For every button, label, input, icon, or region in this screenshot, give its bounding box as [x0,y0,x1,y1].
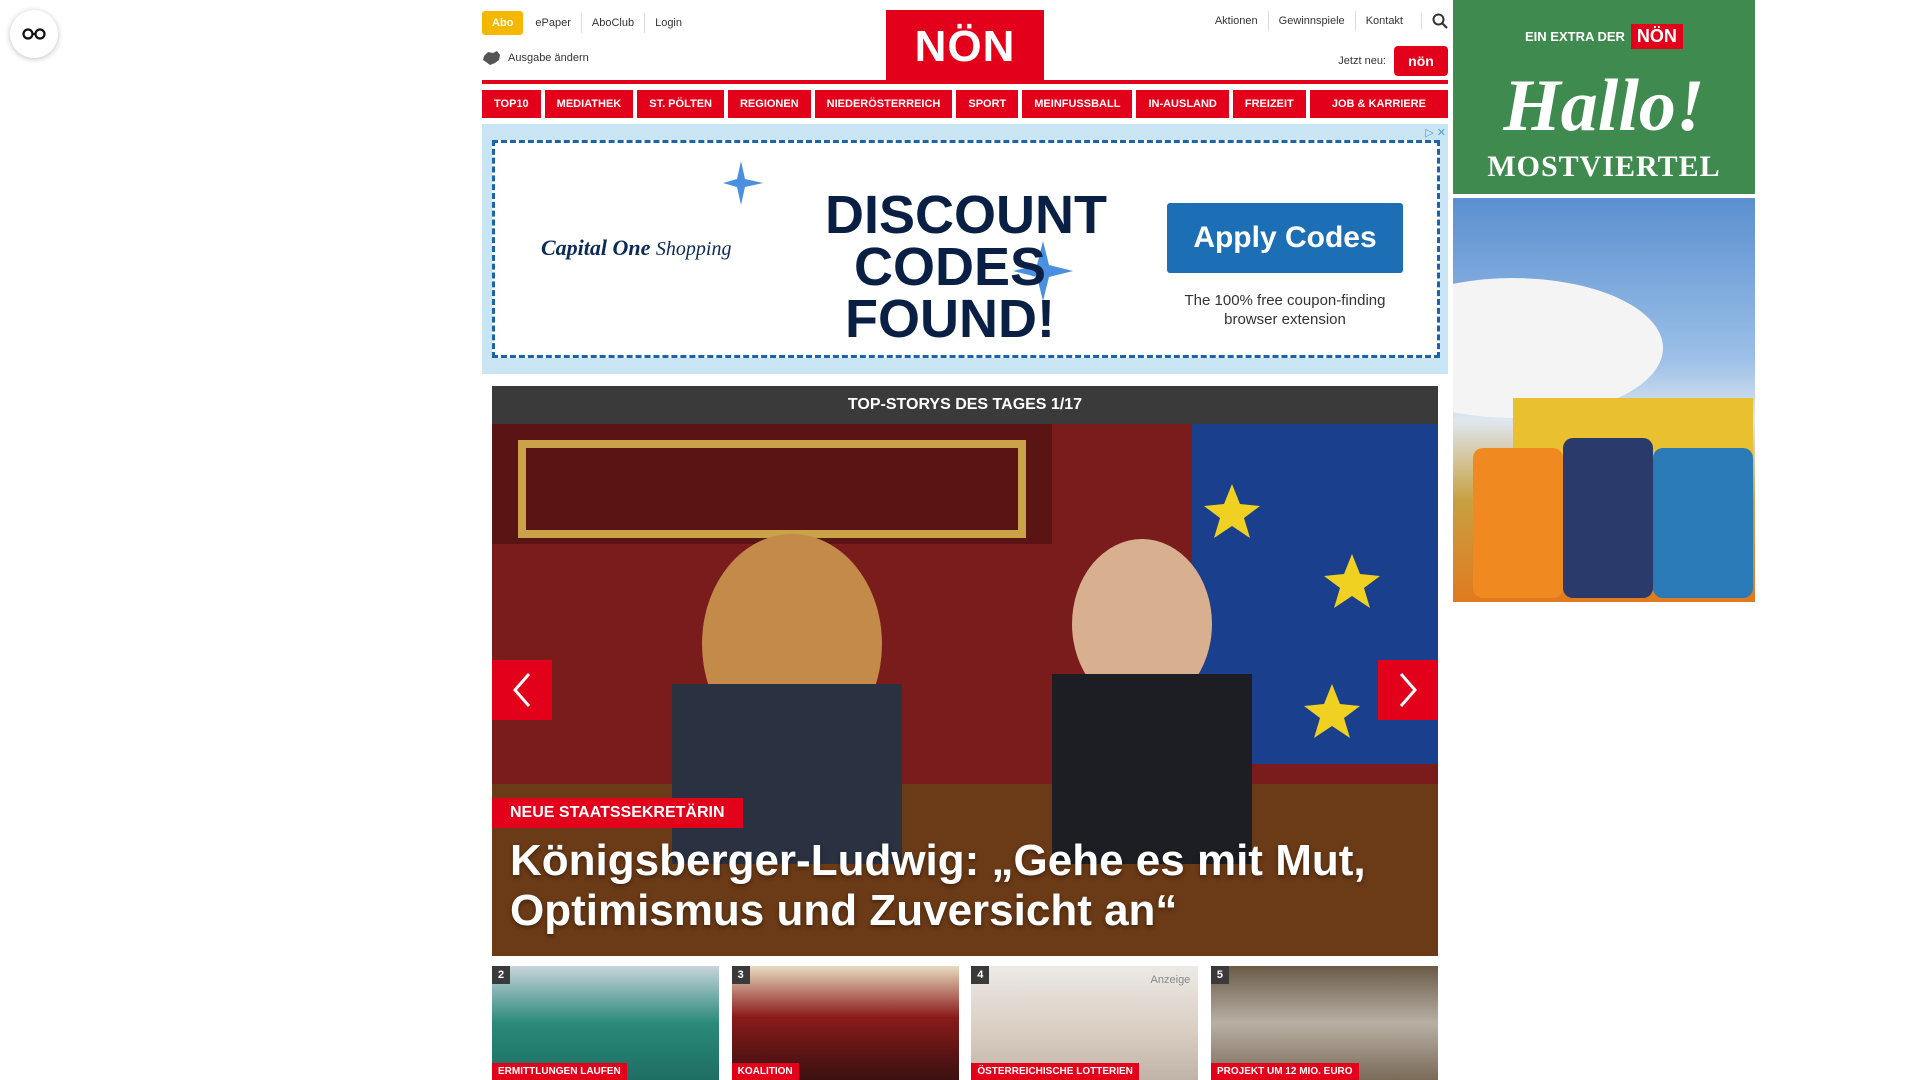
top-links-right: Aktionen Gewinnspiele Kontakt [1205,11,1448,31]
site-header: Abo ePaper AboClub Login Ausgabe ändern … [482,0,1448,84]
airport-photo[interactable] [1453,198,1755,602]
story-tag[interactable]: NEUE STAATSSEKRETÄRIN [492,798,743,828]
slider-prev-button[interactable] [492,660,552,720]
thumbnail-tag: ÖSTERREICHISCHE LOTTERIEN [971,1063,1139,1080]
thumbnail-number: 5 [1210,966,1229,984]
hallo-mostviertel-ad[interactable]: EIN EXTRA DER NÖN Hallo! MOSTVIERTEL [1453,0,1755,194]
sidebar-ad[interactable]: EIN EXTRA DER NÖN Hallo! MOSTVIERTEL [1453,0,1755,602]
chevron-left-icon [513,673,531,707]
adchoices-icon[interactable]: ▷ ✕ [1425,126,1446,139]
region-title: MOSTVIERTEL [1487,150,1721,183]
noen-logo[interactable]: NÖN [886,10,1044,84]
sparkle-icon [723,161,763,205]
ad-subtext: The 100% free coupon-finding browser ext… [1184,292,1386,328]
search-button[interactable] [1421,13,1448,29]
thumbnail-4[interactable]: 4 Anzeige ÖSTERREICHISCHE LOTTERIEN [971,966,1199,1080]
thumbnail-tag: PROJEKT UM 12 MIO. EURO [1210,1063,1359,1080]
hero-image[interactable]: NEUE STAATSSEKRETÄRIN Königsberger-Ludwi… [492,424,1438,956]
thumbnail-tag: ERMITTLUNGEN LAUFEN [492,1063,627,1080]
jetzt-neu-label: Jetzt neu: [1338,55,1386,67]
ausgabe-aendern-link[interactable]: Ausgabe ändern [482,50,589,66]
gewinnspiele-link[interactable]: Gewinnspiele [1267,11,1355,31]
nav-item-sport[interactable]: SPORT [956,90,1019,118]
nav-item-job-karriere[interactable]: JOB & KARRIERE [1309,90,1448,118]
top-links-left: Abo ePaper AboClub Login [482,11,692,35]
login-link[interactable]: Login [644,13,692,33]
nav-item-mediathek[interactable]: MEDIATHEK [544,90,634,118]
ad-headline: DISCOUNT CODES FOUND! [825,185,1107,349]
thumbnail-tag: KOALITION [731,1063,799,1080]
nav-item-top10[interactable]: TOP10 [482,90,541,118]
epaper-link[interactable]: ePaper [525,13,580,33]
thumbnail-2[interactable]: 2 ERMITTLUNGEN LAUFEN [492,966,719,1080]
nav-item-st-poelten[interactable]: ST. PÖLTEN [637,90,724,118]
nav-item-regionen[interactable]: REGIONEN [727,90,811,118]
kontakt-link[interactable]: Kontakt [1354,11,1413,31]
aktionen-link[interactable]: Aktionen [1205,11,1268,31]
top-stories-slider: TOP-STORYS DES TAGES 1/17 NEUE STAATSSEK… [492,386,1438,956]
main-nav: TOP10 MEDIATHEK ST. PÖLTEN REGIONEN NIED… [482,90,1448,118]
story-thumbnails: 2 ERMITTLUNGEN LAUFEN 3 KOALITION 4 Anze… [492,966,1438,1080]
thumbnail-5[interactable]: 5 PROJEKT UM 12 MIO. EURO [1210,966,1438,1080]
jetzt-neu: Jetzt neu: nön [1338,46,1448,76]
abo-button[interactable]: Abo [482,11,524,35]
anzeige-label: Anzeige [1150,974,1191,986]
kleine-noen-badge[interactable]: nön [1394,46,1448,76]
story-headline[interactable]: Königsberger-Ludwig: „Gehe es mit Mut, O… [510,836,1408,936]
thumbnail-number: 4 [971,966,990,984]
ausgabe-label: Ausgabe ändern [508,52,589,64]
banner-ad[interactable]: ▷ ✕ Capital One Shopping DISCOUNT CODES … [482,124,1448,374]
nav-item-in-ausland[interactable]: IN-AUSLAND [1136,90,1229,118]
search-icon [1432,13,1448,29]
ad-frame: Capital One Shopping DISCOUNT CODES FOUN… [492,140,1440,358]
glasses-icon [22,28,46,40]
ad-extra-label: EIN EXTRA DER NÖN [1525,24,1683,49]
nav-item-meinfussball[interactable]: MEINFUSSBALL [1022,90,1133,118]
chevron-right-icon [1399,673,1417,707]
aboclub-link[interactable]: AboClub [580,13,644,33]
capital-one-logo: Capital One Shopping [541,235,732,260]
hallo-title: Hallo! [1503,65,1705,147]
map-region-icon [483,51,500,65]
thumbnail-number: 3 [731,966,750,984]
slider-heading: TOP-STORYS DES TAGES 1/17 [492,386,1438,424]
reader-mode-button[interactable] [10,10,58,58]
apply-codes-button[interactable]: Apply Codes [1167,203,1403,273]
thumbnail-number: 2 [492,966,510,984]
airport-image [1453,278,1753,598]
nav-item-freizeit[interactable]: FREIZEIT [1232,90,1306,118]
slider-next-button[interactable] [1378,660,1438,720]
main-column: Abo ePaper AboClub Login Ausgabe ändern … [482,0,1448,1080]
thumbnail-3[interactable]: 3 KOALITION [731,966,959,1080]
nav-item-niederoesterreich[interactable]: NIEDERÖSTERREICH [814,90,953,118]
